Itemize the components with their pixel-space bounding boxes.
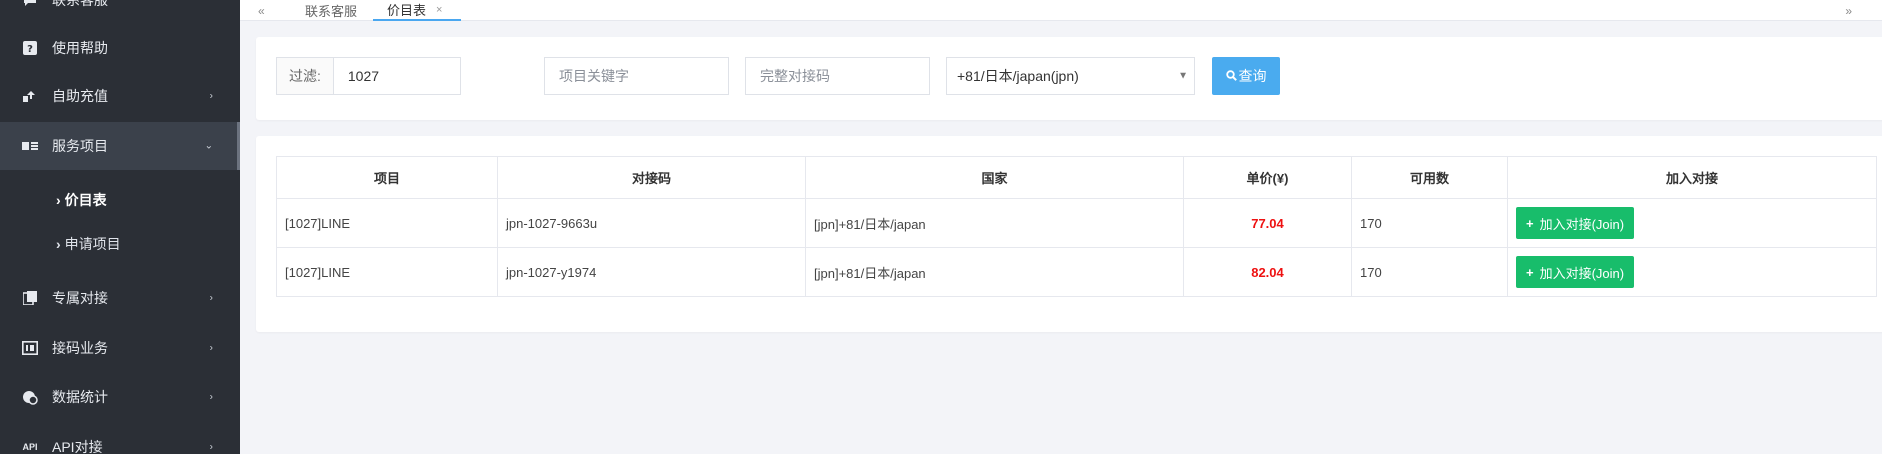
query-button-label: 查询 (1238, 68, 1267, 84)
cell-price: 77.04 (1183, 198, 1352, 248)
chevron-right-icon: › (209, 391, 213, 403)
sidebar-item-label: API对接 (52, 439, 103, 454)
join-button-label: 加入对接(Join) (1539, 265, 1625, 281)
help-icon: ? (22, 40, 38, 56)
tab-price-list[interactable]: 价目表 × (373, 0, 461, 21)
sidebar-item-label: 使用帮助 (52, 40, 108, 56)
sidebar-subitem-label: 申请项目 (64, 236, 121, 252)
dedicated-icon (22, 290, 38, 306)
chevron-right-icon: › (56, 236, 61, 252)
tab-label: 价目表 (387, 3, 427, 18)
tab-bar: « 联系客服 价目表 × » (240, 0, 1882, 21)
cell-project: [1027]LINE (276, 247, 498, 297)
sidebar-item-stats[interactable]: 数据统计 › (0, 373, 240, 421)
sidebar-item-services[interactable]: 服务项目 ⌄ (0, 122, 240, 170)
plus-icon: + (1526, 215, 1534, 231)
join-button[interactable]: + 加入对接(Join) (1516, 256, 1635, 288)
sidebar-subitem-apply-project[interactable]: › 申请项目 (0, 224, 240, 264)
chevron-down-icon: ⌄ (204, 140, 213, 152)
filter-field[interactable]: 过滤: 1027 (276, 57, 461, 95)
search-icon (1225, 68, 1237, 84)
price-table-panel: 项目 对接码 国家 单价(¥) 可用数 加入对接 [1027]LINE jpn-… (256, 136, 1882, 332)
services-icon (22, 138, 38, 154)
cell-country: [jpn]+81/日本/japan (805, 198, 1184, 248)
sidebar: 联系客服 ? 使用帮助 自助充值 › 服务项目 ⌄ › 价目表 › 申请项目 专… (0, 0, 240, 454)
query-button[interactable]: 查询 (1212, 57, 1280, 95)
sidebar-item-recharge[interactable]: 自助充值 › (0, 72, 240, 120)
sidebar-item-label: 联系客服 (52, 0, 108, 8)
keyword-input[interactable]: 项目关键字 (544, 57, 729, 95)
column-header-join: 加入对接 (1507, 156, 1877, 199)
cell-join: + 加入对接(Join) (1507, 247, 1877, 297)
table-row: [1027]LINE jpn-1027-y1974 [jpn]+81/日本/ja… (276, 247, 1877, 297)
sidebar-item-help[interactable]: ? 使用帮助 (0, 24, 240, 72)
sidebar-item-contact-support[interactable]: 联系客服 (0, 0, 240, 24)
close-icon[interactable]: × (436, 4, 442, 16)
sidebar-item-sms-code[interactable]: 接码业务 › (0, 324, 240, 372)
api-icon: API (22, 442, 38, 452)
cell-project: [1027]LINE (276, 198, 498, 248)
stats-icon (22, 389, 38, 405)
cell-price: 82.04 (1183, 247, 1352, 297)
sidebar-item-label: 接码业务 (52, 340, 108, 356)
keyword-placeholder: 项目关键字 (559, 68, 629, 84)
chevron-right-icon: › (56, 192, 61, 208)
chevron-right-icon: › (209, 292, 213, 304)
sidebar-item-label: 数据统计 (52, 389, 108, 405)
code-input[interactable]: 完整对接码 (745, 57, 930, 95)
table-header-row: 项目 对接码 国家 单价(¥) 可用数 加入对接 (276, 156, 1877, 199)
chevron-right-icon: › (209, 441, 213, 453)
sms-code-icon (22, 340, 38, 356)
filter-input[interactable]: 1027 (334, 68, 379, 84)
cell-join: + 加入对接(Join) (1507, 198, 1877, 248)
column-header-project: 项目 (276, 156, 498, 199)
sidebar-subitem-label: 价目表 (64, 192, 107, 208)
cell-code: jpn-1027-9663u (497, 198, 806, 248)
cell-available: 170 (1351, 198, 1508, 248)
price-table: 项目 对接码 国家 单价(¥) 可用数 加入对接 [1027]LINE jpn-… (276, 156, 1877, 297)
svg-text:?: ? (27, 44, 33, 55)
recharge-icon (22, 88, 38, 104)
sidebar-subitem-price-list[interactable]: › 价目表 (0, 180, 240, 220)
table-row: [1027]LINE jpn-1027-9663u [jpn]+81/日本/ja… (276, 198, 1877, 248)
sidebar-item-label: 专属对接 (52, 290, 108, 306)
filter-prefix-label: 过滤: (277, 58, 334, 94)
sidebar-item-label: 自助充值 (52, 88, 108, 104)
join-button[interactable]: + 加入对接(Join) (1516, 207, 1635, 239)
column-header-country: 国家 (805, 156, 1184, 199)
tab-scroll-right-icon[interactable]: » (1845, 0, 1852, 21)
caret-down-icon: ▼ (1178, 70, 1188, 82)
sidebar-item-api[interactable]: API API对接 › (0, 423, 240, 454)
sidebar-item-label: 服务项目 (52, 138, 108, 154)
sidebar-item-dedicated[interactable]: 专属对接 › (0, 274, 240, 322)
column-header-price: 单价(¥) (1183, 156, 1352, 199)
column-header-available: 可用数 (1351, 156, 1508, 199)
filter-panel: 过滤: 1027 项目关键字 完整对接码 +81/日本/japan(jpn) ▼… (256, 37, 1882, 120)
plus-icon: + (1526, 264, 1534, 280)
code-placeholder: 完整对接码 (760, 68, 830, 84)
column-header-code: 对接码 (497, 156, 806, 199)
tab-label: 联系客服 (304, 4, 357, 19)
cell-code: jpn-1027-y1974 (497, 247, 806, 297)
tab-contact-support[interactable]: 联系客服 (300, 0, 362, 21)
tab-scroll-left-icon[interactable]: « (258, 0, 265, 21)
join-button-label: 加入对接(Join) (1539, 216, 1625, 232)
cell-country: [jpn]+81/日本/japan (805, 247, 1184, 297)
country-selected-value: +81/日本/japan(jpn) (957, 68, 1079, 84)
cell-available: 170 (1351, 247, 1508, 297)
country-select[interactable]: +81/日本/japan(jpn) ▼ (946, 57, 1195, 95)
chat-icon (22, 0, 38, 8)
chevron-right-icon: › (209, 342, 213, 354)
chevron-right-icon: › (209, 90, 213, 102)
